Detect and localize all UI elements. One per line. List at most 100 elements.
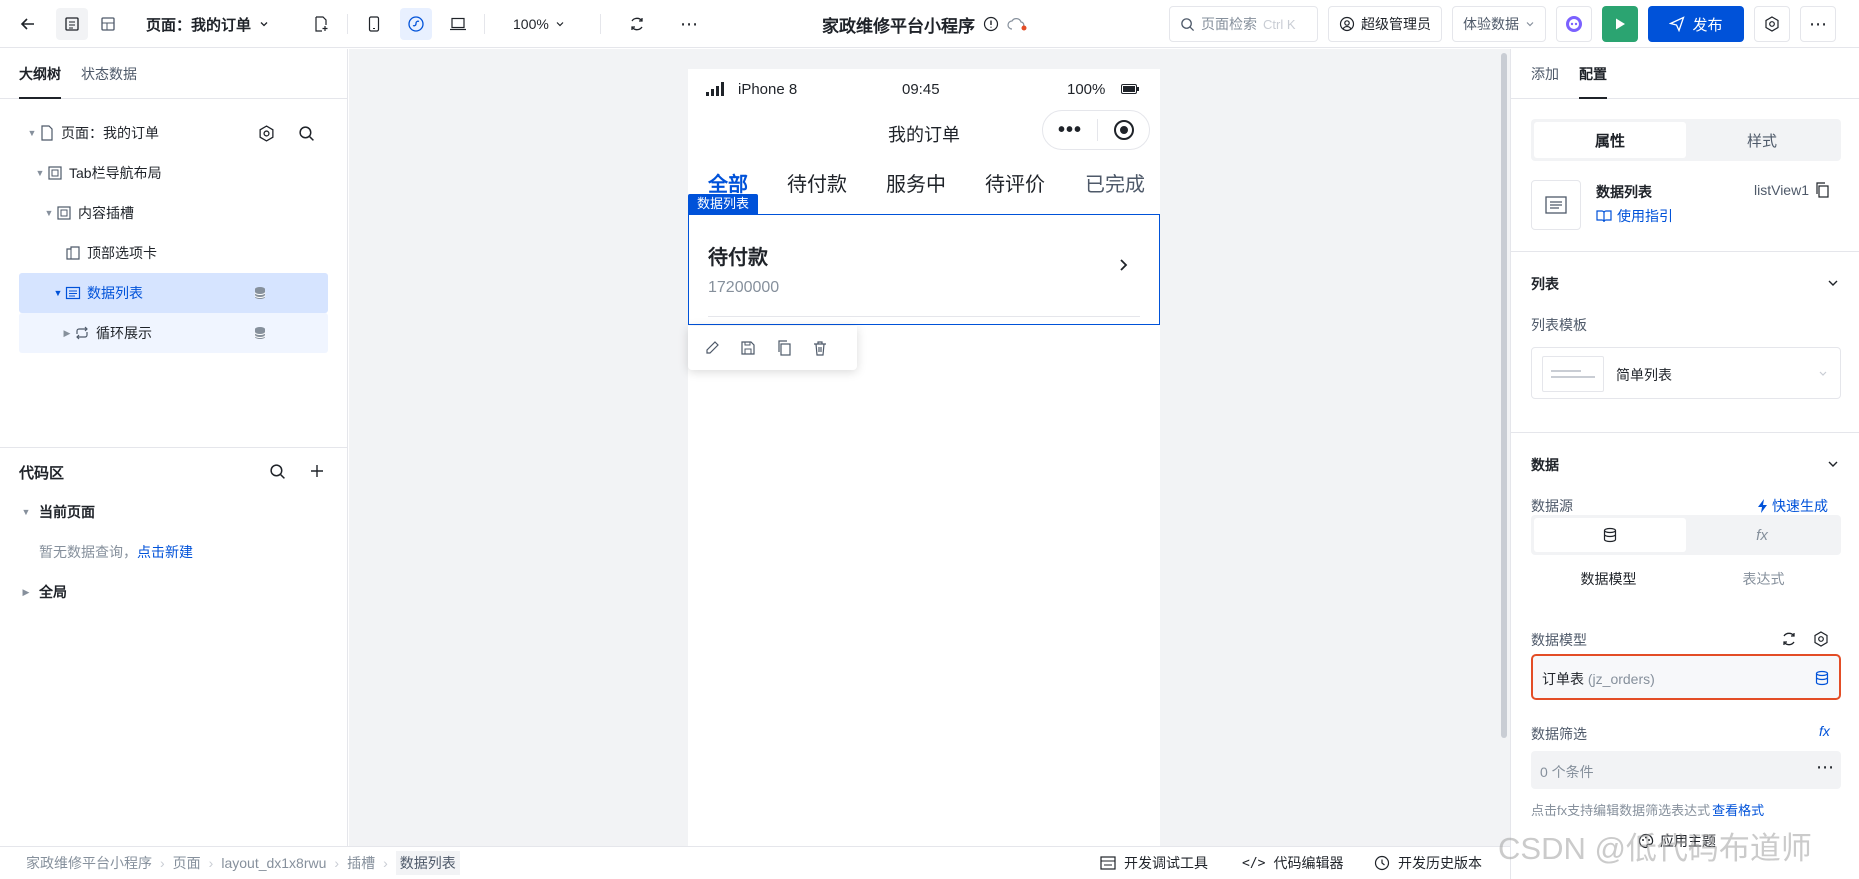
- model-settings-icon[interactable]: [1813, 631, 1829, 647]
- code-editor-button[interactable]: </> 代码编辑器: [1242, 853, 1343, 873]
- save-icon[interactable]: [740, 340, 756, 356]
- phone-tab-all[interactable]: 全部: [708, 168, 748, 197]
- filter-fx-icon[interactable]: fx: [1819, 723, 1830, 739]
- env-select[interactable]: 体验数据: [1452, 6, 1546, 42]
- tree-item-tab-layout[interactable]: ▼ Tab栏导航布局: [19, 153, 328, 193]
- source-opt-model[interactable]: 数据模型: [1531, 569, 1686, 589]
- capsule-more-icon[interactable]: •••: [1043, 119, 1097, 142]
- back-arrow-icon[interactable]: [12, 8, 44, 40]
- page-settings-icon[interactable]: [258, 124, 275, 142]
- breadcrumb-item[interactable]: 家政维修平台小程序: [26, 853, 152, 873]
- global-group[interactable]: ▶ 全局: [19, 582, 67, 602]
- breadcrumb-item[interactable]: layout_dx1x8rwu: [221, 855, 326, 871]
- page-search[interactable]: 页面检索 Ctrl K: [1169, 6, 1318, 42]
- left-tabs: 大纲树 状态数据: [0, 49, 347, 99]
- canvas-scrollbar[interactable]: [1501, 53, 1507, 738]
- app-title: 家政维修平台小程序: [822, 16, 975, 36]
- miniprogram-device-icon[interactable]: [400, 8, 432, 40]
- book-icon: [1596, 210, 1612, 223]
- chevron-down-icon[interactable]: [1827, 278, 1839, 288]
- tab-state-data[interactable]: 状态数据: [81, 49, 137, 99]
- tree-search-icon[interactable]: [298, 125, 315, 142]
- run-preview-icon[interactable]: [1602, 6, 1638, 42]
- view-format-link[interactable]: 查看格式: [1712, 803, 1764, 818]
- phone-frame: iPhone 8 09:45 100% 我的订单 ••• 全部 待付款 服务中 …: [688, 69, 1160, 866]
- create-query-link[interactable]: 点击新建: [137, 544, 193, 560]
- quick-generate-link[interactable]: 快速生成: [1757, 496, 1828, 516]
- new-page-icon[interactable]: [305, 8, 337, 40]
- history-button[interactable]: 开发历史版本: [1374, 853, 1482, 873]
- delete-icon[interactable]: [812, 340, 828, 356]
- send-icon: [1669, 16, 1686, 32]
- more-icon[interactable]: ⋯: [673, 8, 705, 40]
- current-page-group[interactable]: ▼ 当前页面: [19, 502, 95, 522]
- copy-icon[interactable]: [776, 340, 792, 356]
- tree-label: 页面：我的订单: [61, 125, 159, 141]
- edit-icon[interactable]: [704, 340, 720, 356]
- tab-add[interactable]: 添加: [1531, 49, 1559, 99]
- data-list-component[interactable]: 待付款 17200000: [688, 214, 1160, 325]
- palette-icon: [1638, 833, 1654, 849]
- admin-button[interactable]: 超级管理员: [1328, 6, 1442, 42]
- chevron-down-icon: [260, 22, 268, 27]
- component-id: listView1: [1754, 182, 1829, 198]
- quick-generate-label: 快速生成: [1772, 498, 1828, 514]
- desktop-device-icon[interactable]: [442, 8, 474, 40]
- db-source-icon[interactable]: [1534, 518, 1686, 552]
- publish-button[interactable]: 发布: [1648, 6, 1744, 42]
- phone-tab-completed[interactable]: 已完成: [1085, 168, 1145, 197]
- filter-more-icon[interactable]: ⋯: [1816, 757, 1834, 778]
- breadcrumb-item[interactable]: 插槽: [347, 853, 375, 873]
- filter-hint-text: 点击fx支持编辑数据筛选表达式: [1531, 803, 1711, 818]
- apply-theme-button[interactable]: 应用主题: [1638, 831, 1716, 851]
- copy-id-icon[interactable]: [1815, 182, 1829, 198]
- cloud-status-icon[interactable]: [1007, 16, 1029, 32]
- tab-outline[interactable]: 大纲树: [19, 49, 61, 99]
- zoom-select[interactable]: 100%: [513, 16, 565, 32]
- phone-tab-to-review[interactable]: 待评价: [985, 168, 1045, 197]
- template-select[interactable]: 简单列表: [1531, 347, 1841, 399]
- page-selector[interactable]: 页面：我的订单: [146, 14, 269, 35]
- admin-label: 超级管理员: [1361, 16, 1431, 32]
- mobile-device-icon[interactable]: [358, 8, 390, 40]
- tree-item-data-list[interactable]: ▼ 数据列表: [19, 273, 328, 313]
- info-icon[interactable]: [983, 16, 999, 32]
- data-section-title: 数据: [1531, 457, 1559, 473]
- refresh-icon[interactable]: [621, 8, 653, 40]
- code-editor-label: 代码编辑器: [1273, 855, 1344, 871]
- fx-source-icon[interactable]: fx: [1686, 518, 1838, 552]
- data-model-select[interactable]: 订单表 (jz_orders): [1531, 654, 1841, 700]
- page-view-icon[interactable]: [56, 8, 88, 40]
- zoom-value: 100%: [513, 16, 549, 32]
- ai-assistant-icon[interactable]: [1556, 6, 1592, 42]
- phone-tab-in-service[interactable]: 服务中: [886, 168, 946, 197]
- tree-label: 顶部选项卡: [87, 245, 157, 261]
- overflow-menu-icon[interactable]: ⋯: [1800, 6, 1836, 42]
- code-search-icon[interactable]: [269, 463, 286, 480]
- debug-tools-button[interactable]: 开发调试工具: [1100, 853, 1208, 873]
- usage-guide-link[interactable]: 使用指引: [1596, 206, 1673, 226]
- phone-tab-unpaid[interactable]: 待付款: [787, 168, 847, 197]
- breadcrumb-item[interactable]: 数据列表: [395, 851, 460, 875]
- tree-item-slot[interactable]: ▼ 内容插槽: [19, 193, 328, 233]
- source-opt-expression[interactable]: 表达式: [1686, 569, 1841, 589]
- breadcrumb: 家政维修平台小程序 › 页面 › layout_dx1x8rwu › 插槽 › 数据列表: [0, 851, 460, 875]
- tree-item-loop[interactable]: ▶ 循环展示: [19, 313, 328, 353]
- capsule-button[interactable]: •••: [1042, 110, 1150, 150]
- tree-item-top-tabs[interactable]: 顶部选项卡: [19, 233, 328, 273]
- data-filter-input[interactable]: 0 个条件 ⋯: [1531, 751, 1841, 789]
- seg-properties[interactable]: 属性: [1534, 122, 1686, 158]
- layout-view-icon[interactable]: [92, 8, 124, 40]
- seg-styles[interactable]: 样式: [1686, 122, 1838, 158]
- chevron-down-icon[interactable]: [1827, 459, 1839, 469]
- capsule-close-icon[interactable]: [1113, 119, 1135, 141]
- breadcrumb-item[interactable]: 页面: [173, 853, 201, 873]
- add-icon[interactable]: [309, 463, 325, 479]
- history-icon: [1374, 855, 1390, 871]
- refresh-model-icon[interactable]: [1781, 631, 1797, 647]
- data-filter-value: 0 个条件: [1540, 764, 1594, 780]
- battery-level: 100%: [1067, 80, 1106, 98]
- tab-config[interactable]: 配置: [1579, 49, 1607, 99]
- settings-icon[interactable]: [1754, 6, 1790, 42]
- tree-item-page[interactable]: ▼ 页面：我的订单: [19, 113, 328, 153]
